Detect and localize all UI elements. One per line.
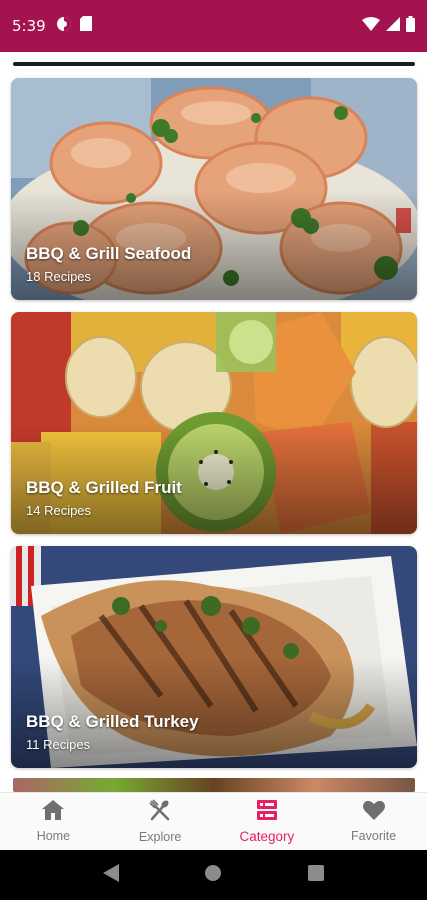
next-card-edge bbox=[13, 778, 415, 792]
category-title: BBQ & Grilled Fruit bbox=[26, 478, 182, 497]
heart-icon bbox=[362, 800, 385, 825]
nav-favorite[interactable]: Favorite bbox=[320, 793, 427, 850]
fork-knife-icon bbox=[149, 799, 171, 826]
previous-card-edge bbox=[13, 62, 415, 66]
nav-home-label: Home bbox=[36, 829, 71, 843]
nav-category-label: Category bbox=[239, 828, 295, 844]
recipe-count: 18 Recipes bbox=[26, 269, 92, 284]
category-card-turkey[interactable]: BBQ & Grilled Turkey 11 Recipes bbox=[11, 546, 417, 768]
nav-category[interactable]: Category bbox=[214, 793, 321, 850]
nav-favorite-label: Favorite bbox=[351, 829, 397, 843]
wifi-icon bbox=[362, 16, 380, 36]
category-title: BBQ & Grill Seafood bbox=[26, 244, 192, 263]
nav-home[interactable]: Home bbox=[0, 793, 107, 850]
sim-card-icon bbox=[79, 16, 92, 36]
status-bar: 5:39 bbox=[0, 0, 427, 52]
nav-explore-label: Explore bbox=[138, 830, 182, 844]
category-list-icon bbox=[256, 799, 277, 825]
recents-icon[interactable] bbox=[308, 864, 325, 886]
system-navigation-bar bbox=[0, 850, 427, 900]
home-icon bbox=[42, 800, 65, 825]
back-icon[interactable] bbox=[102, 863, 119, 887]
category-title: BBQ & Grilled Turkey bbox=[26, 712, 199, 731]
status-time: 5:39 bbox=[12, 17, 46, 35]
home-circle-icon[interactable] bbox=[204, 864, 222, 887]
category-list[interactable]: BBQ & Grill Seafood 18 Recipes BBQ & Gri… bbox=[0, 52, 427, 792]
battery-icon bbox=[406, 15, 415, 37]
recipe-count: 11 Recipes bbox=[26, 737, 91, 752]
category-card-seafood[interactable]: BBQ & Grill Seafood 18 Recipes bbox=[11, 78, 417, 300]
data-saver-icon bbox=[56, 16, 72, 37]
nav-explore[interactable]: Explore bbox=[107, 793, 214, 850]
bottom-navigation: Home Explore Category Favorite bbox=[0, 792, 427, 850]
category-card-fruit[interactable]: BBQ & Grilled Fruit 14 Recipes bbox=[11, 312, 417, 534]
signal-icon bbox=[386, 16, 400, 36]
recipe-count: 14 Recipes bbox=[26, 503, 92, 518]
